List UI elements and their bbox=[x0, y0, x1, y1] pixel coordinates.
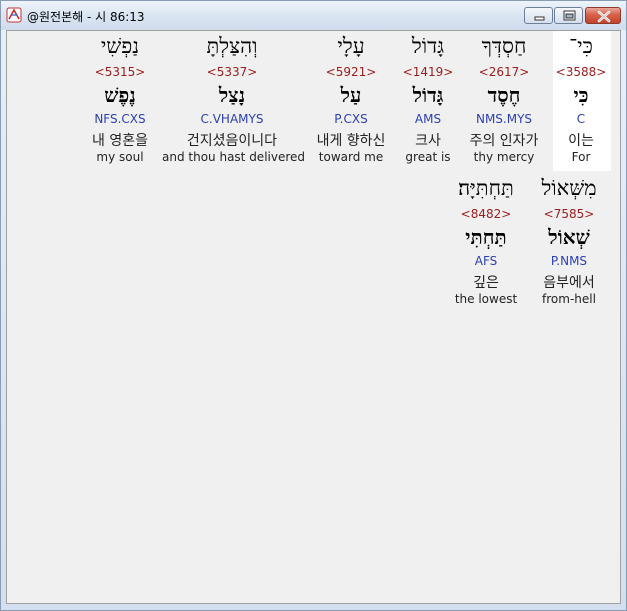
korean-gloss: 깊은 bbox=[473, 275, 499, 291]
window-title: @원전본해 - 시 86:13 bbox=[27, 10, 145, 24]
morphology-code: NFS.CXS bbox=[94, 112, 146, 126]
strong-number[interactable]: <5315> bbox=[50, 65, 190, 79]
maximize-button[interactable] bbox=[554, 7, 583, 24]
interlinear-view[interactable]: כִּי־ <3588> כִּי C 이는 For חַסְדְּךָ <26… bbox=[6, 30, 621, 604]
app-window: @원전본해 - 시 86:13 כִּי־ <3588> כִּי C 이는 F… bbox=[0, 0, 627, 611]
strong-number[interactable]: <5921> bbox=[281, 65, 421, 79]
korean-gloss: 내게 향하신 bbox=[316, 133, 386, 149]
close-button[interactable] bbox=[585, 7, 621, 24]
minimize-button[interactable] bbox=[524, 7, 553, 24]
morphology-code: P.CXS bbox=[334, 112, 368, 126]
hebrew-lemma: נֶפֶשׁ bbox=[104, 83, 136, 107]
hebrew-lemma: עַל bbox=[340, 83, 362, 107]
hebrew-word: נַפְשִׁי bbox=[100, 34, 140, 58]
korean-gloss: 내 영혼을 bbox=[92, 133, 148, 149]
maximize-icon bbox=[563, 10, 576, 21]
english-gloss: the lowest bbox=[454, 292, 518, 306]
hebrew-lemma: תַּחְתִּי bbox=[465, 225, 507, 249]
english-gloss: my soul bbox=[96, 150, 144, 164]
title-bar[interactable]: @원전본해 - 시 86:13 bbox=[1, 1, 626, 30]
minimize-icon bbox=[534, 16, 545, 21]
hebrew-word: עָלָי bbox=[337, 34, 365, 58]
strong-number[interactable]: <8482> bbox=[416, 207, 556, 221]
morphology-code: AFS bbox=[474, 254, 498, 268]
app-icon bbox=[6, 7, 22, 23]
close-icon bbox=[597, 10, 611, 23]
hebrew-word: תַּחְתִּיָּה׃ bbox=[458, 176, 514, 200]
